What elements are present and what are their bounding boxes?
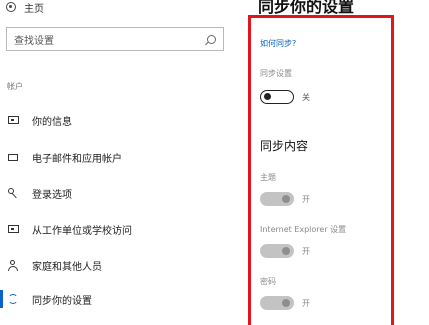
mail-icon (6, 150, 20, 164)
ie-settings-toggle[interactable] (260, 244, 294, 258)
sidebar-item-label: 你的信息 (32, 116, 72, 128)
sidebar-item-label: 同步你的设置 (32, 295, 92, 307)
passwords-label: 密码 (260, 277, 276, 286)
ie-settings-label: Internet Explorer 设置 (260, 225, 347, 234)
theme-toggle-row: 开 (260, 192, 310, 206)
home-item[interactable]: 主页 (6, 0, 44, 15)
nav-section-label: 帐户 (7, 82, 23, 91)
sidebar-item-your-info[interactable]: 你的信息 (6, 110, 228, 130)
sidebar-item-label: 家庭和其他人员 (32, 261, 102, 273)
sync-icon (6, 292, 20, 306)
sidebar-item-label: 从工作单位或学校访问 (32, 225, 132, 237)
sidebar-item-label: 电子邮件和应用帐户 (32, 153, 122, 165)
sync-settings-label: 同步设置 (260, 69, 292, 78)
sidebar-item-family[interactable]: 家庭和其他人员 (6, 255, 228, 275)
settings-window: 主页 查找设置 帐户 你的信息 电子邮件和应用帐户 登录选项 从工作单位或学校访… (0, 0, 429, 325)
ie-settings-toggle-row: 开 (260, 244, 310, 258)
theme-toggle[interactable] (260, 192, 294, 206)
person-icon (6, 258, 20, 272)
key-icon (6, 186, 20, 200)
home-label: 主页 (24, 3, 44, 15)
theme-label: 主题 (260, 173, 276, 182)
search-input[interactable]: 查找设置 (6, 27, 224, 51)
toggle-state-label: 关 (302, 92, 310, 102)
toggle-state-label: 开 (302, 194, 310, 204)
sidebar-item-email-accounts[interactable]: 电子邮件和应用帐户 (6, 147, 228, 167)
sidebar-item-sync[interactable]: 同步你的设置 (6, 289, 228, 309)
sync-settings-toggle[interactable] (260, 90, 294, 104)
sidebar-item-work-school[interactable]: 从工作单位或学校访问 (6, 219, 228, 239)
briefcase-icon (6, 222, 20, 236)
active-indicator (0, 290, 3, 308)
help-link[interactable]: 如何同步? (260, 38, 296, 49)
gear-icon (6, 2, 16, 12)
search-placeholder: 查找设置 (14, 35, 54, 47)
sidebar-item-label: 登录选项 (32, 189, 72, 201)
section-heading: 同步内容 (260, 139, 309, 153)
passwords-toggle-row: 开 (260, 296, 310, 310)
toggle-state-label: 开 (302, 298, 310, 308)
sidebar-item-sign-in-options[interactable]: 登录选项 (6, 183, 228, 203)
search-icon[interactable] (207, 34, 216, 44)
person-card-icon (6, 113, 20, 127)
toggle-state-label: 开 (302, 246, 310, 256)
passwords-toggle[interactable] (260, 296, 294, 310)
sync-settings-toggle-row: 关 (260, 90, 310, 104)
